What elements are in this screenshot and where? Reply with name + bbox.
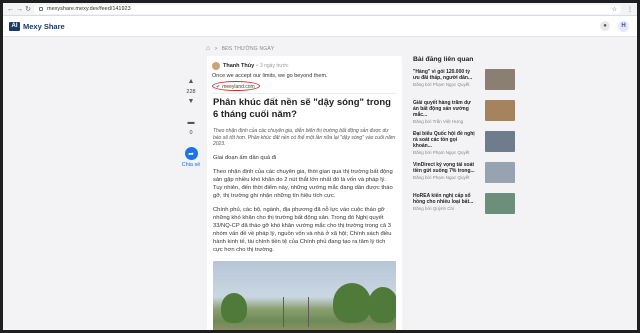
- related-title[interactable]: HoREA kiến nghị cấp sổ hồng cho nhiều lo…: [413, 193, 477, 205]
- logo-mark[interactable]: AI: [9, 21, 20, 31]
- upvote-icon[interactable]: ▲: [188, 78, 195, 86]
- related-heading: Bài đăng liên quan: [413, 56, 474, 63]
- breadcrumb-separator: >: [214, 45, 218, 52]
- browser-address-bar: ← → ↻ mexyshare.mexy.dev/feed/141923 ☆ ⋮: [3, 3, 637, 16]
- share-label[interactable]: Chia sẻ: [182, 162, 201, 168]
- related-text: HoREA kiến nghị cấp sổ hồng cho nhiều lo…: [413, 193, 477, 220]
- photo-tree: [368, 286, 396, 323]
- related-meta: Đăng bởi Trần Việt Hưng: [413, 119, 464, 124]
- article-paragraph: Chính phủ, các bộ, ngành, địa phương đã …: [213, 206, 392, 253]
- related-meta: Đăng bởi Phạm Ngọc Quyết: [413, 150, 470, 155]
- meta-dot: •: [256, 63, 258, 69]
- post-time: 3 ngày trước: [259, 63, 289, 69]
- screen-frame: ← → ↻ mexyshare.mexy.dev/feed/141923 ☆ ⋮…: [0, 0, 640, 333]
- related-thumbnail[interactable]: [485, 162, 515, 183]
- post-action-rail: ▲ 228 ▼ ▬ 0 ➦ Chia sẻ: [181, 78, 201, 168]
- author-name[interactable]: Thanh Thủy: [223, 63, 254, 69]
- related-item[interactable]: Đại biểu Quốc hội đề nghị rà soát các tồ…: [413, 131, 515, 158]
- vote-count: 228: [186, 89, 196, 95]
- related-item[interactable]: "Hàng" vì gói 120.000 tỷ ưu đãi thấp, ng…: [413, 69, 515, 96]
- related-meta: Đăng bởi Phạm Ngọc Quyết: [413, 82, 470, 87]
- logo-text[interactable]: Mexy Share: [23, 22, 65, 31]
- related-text: "Hàng" vì gói 120.000 tỷ ưu đãi thấp, ng…: [413, 69, 477, 96]
- share-icon[interactable]: ➦: [184, 147, 198, 160]
- breadcrumb: ⌂ > BĐS THƯỜNG NGÀY: [206, 45, 274, 52]
- related-meta: Đăng bởi Quỳnh Chi: [413, 206, 454, 211]
- site-header: AI Mexy Share ● H: [3, 16, 637, 37]
- photo-pole: [308, 296, 309, 327]
- notification-bell-icon[interactable]: ●: [600, 21, 610, 31]
- post-card: Thanh Thủy • 3 ngày trước Once we accept…: [207, 56, 402, 330]
- back-icon[interactable]: ←: [7, 6, 14, 13]
- photo-tree: [333, 282, 371, 323]
- downvote-icon[interactable]: ▼: [188, 98, 195, 106]
- photo-tree: [221, 292, 247, 323]
- source-link[interactable]: ✔ meeyland.com: [212, 81, 397, 91]
- author-avatar[interactable]: [212, 62, 220, 70]
- divider: [212, 93, 397, 94]
- related-title[interactable]: Giải quyết hàng trăm dự án bất động sản …: [413, 100, 477, 118]
- url-text: mexyshare.mexy.dev/feed/141923: [47, 6, 131, 12]
- browser-menu-icon[interactable]: ⋮: [627, 6, 633, 13]
- related-text: Đại biểu Quốc hội đề nghị rà soát các tồ…: [413, 131, 477, 158]
- article-paragraph: Theo nhận định của các chuyên gia, thời …: [213, 168, 393, 199]
- article-photo: [213, 260, 396, 330]
- comment-icon[interactable]: ▬: [188, 119, 195, 127]
- related-item[interactable]: VinDirect ký vọng tái soát tiền gửi xuốn…: [413, 162, 515, 189]
- related-thumbnail[interactable]: [485, 131, 515, 152]
- related-item[interactable]: HoREA kiến nghị cấp sổ hồng cho nhiều lo…: [413, 193, 515, 220]
- related-thumbnail[interactable]: [485, 69, 515, 90]
- comment-count: 0: [189, 130, 193, 136]
- article-lead: Theo nhận định của các chuyên gia, diễn …: [213, 128, 396, 147]
- highlight-oval: [212, 81, 260, 91]
- related-meta: Đăng bởi Phạm Ngọc Quyết: [413, 175, 470, 180]
- photo-pole: [283, 296, 284, 327]
- article-subheading: Giai đoạn ấm dần quá đi: [213, 154, 277, 161]
- related-thumbnail[interactable]: [485, 193, 515, 214]
- bookmark-star-icon[interactable]: ☆: [612, 6, 617, 13]
- related-text: VinDirect ký vọng tái soát tiền gửi xuốn…: [413, 162, 477, 189]
- reload-icon[interactable]: ↻: [25, 5, 31, 13]
- related-title[interactable]: Đại biểu Quốc hội đề nghị rà soát các tồ…: [413, 131, 477, 149]
- related-item[interactable]: Giải quyết hàng trăm dự án bất động sản …: [413, 100, 515, 127]
- related-title[interactable]: "Hàng" vì gói 120.000 tỷ ưu đãi thấp, ng…: [413, 69, 477, 81]
- breadcrumb-current[interactable]: BĐS THƯỜNG NGÀY: [222, 46, 275, 52]
- lock-icon: [39, 7, 43, 11]
- related-thumbnail[interactable]: [485, 100, 515, 121]
- url-field[interactable]: mexyshare.mexy.dev/feed/141923 ☆: [34, 4, 621, 14]
- related-posts: Bài đăng liên quan "Hàng" vì gói 120.000…: [413, 56, 515, 224]
- user-avatar[interactable]: H: [618, 20, 629, 32]
- related-title[interactable]: VinDirect ký vọng tái soát tiền gửi xuốn…: [413, 162, 477, 174]
- home-icon[interactable]: ⌂: [206, 45, 210, 52]
- forward-icon[interactable]: →: [16, 6, 23, 13]
- article-title: Phân khúc đất nền sẽ "dậy sóng" trong 6 …: [213, 97, 391, 120]
- post-header: Thanh Thủy • 3 ngày trước: [207, 56, 402, 72]
- related-text: Giải quyết hàng trăm dự án bất động sản …: [413, 100, 477, 127]
